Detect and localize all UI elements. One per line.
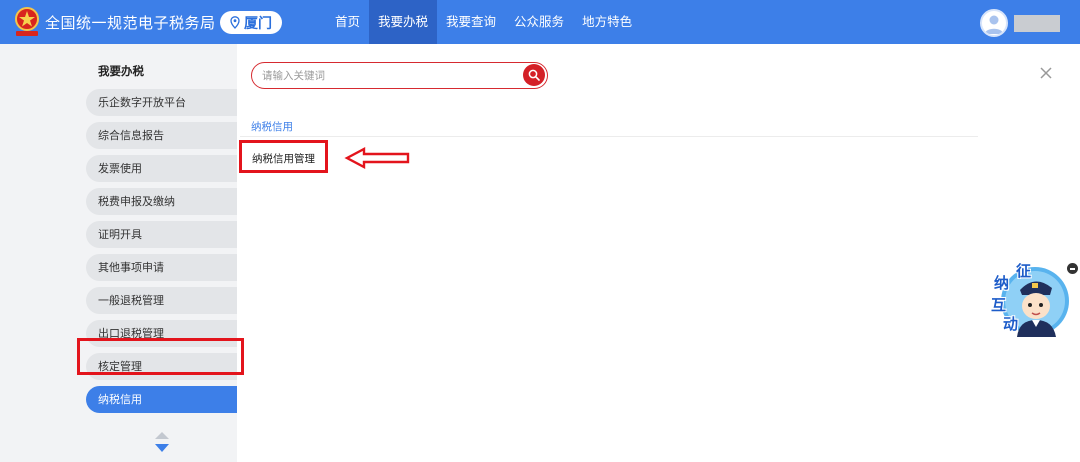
nav-item-home[interactable]: 首页 (326, 0, 369, 44)
helper-char-na: 纳 (994, 274, 1010, 292)
close-icon[interactable] (1038, 65, 1054, 81)
sidebar-item-info-report[interactable]: 综合信息报告 (86, 122, 237, 149)
sidebar-item-general-refund[interactable]: 一般退税管理 (86, 287, 237, 314)
search-button[interactable] (523, 64, 545, 86)
helper-char-hu: 互 (991, 296, 1007, 314)
tax-emblem-icon[interactable] (13, 6, 41, 38)
user-avatar-icon[interactable] (980, 9, 1008, 37)
nav-item-local-features[interactable]: 地方特色 (573, 0, 641, 44)
search-box (251, 62, 548, 89)
helper-char-zheng: 征 (1016, 262, 1032, 280)
sidebar-item-tax-credit[interactable]: 纳税信用 (86, 386, 237, 413)
sidebar-title: 我要办税 (98, 64, 144, 78)
search-icon (528, 69, 540, 81)
helper-minimize-button[interactable] (1067, 263, 1078, 274)
sidebar-item-certificate[interactable]: 证明开具 (86, 221, 237, 248)
map-pin-icon (230, 16, 240, 29)
helper-char-dong: 动 (1003, 315, 1019, 333)
category-divider (240, 136, 978, 137)
nav-item-public-service[interactable]: 公众服务 (505, 0, 573, 44)
main-nav: 首页 我要办税 我要查询 公众服务 地方特色 (326, 0, 641, 44)
result-category-title: 纳税信用 (251, 121, 293, 133)
city-selector[interactable]: 厦门 (220, 11, 282, 34)
sidebar-item-export-refund[interactable]: 出口退税管理 (86, 320, 237, 347)
sidebar: 我要办税 乐企数字开放平台 综合信息报告 发票使用 税费申报及缴纳 证明开具 其… (0, 44, 237, 462)
sidebar-item-leqi-platform[interactable]: 乐企数字开放平台 (86, 89, 237, 116)
site-title[interactable]: 全国统一规范电子税务局 (45, 12, 216, 33)
user-name-placeholder[interactable] (1014, 15, 1060, 32)
scroll-arrows-icon[interactable] (153, 431, 171, 455)
sidebar-item-invoice[interactable]: 发票使用 (86, 155, 237, 182)
top-bar: 全国统一规范电子税务局 厦门 首页 我要办税 我要查询 公众服务 地方特色 (0, 0, 1080, 44)
annotation-arrow-left-icon (344, 147, 410, 169)
city-name: 厦门 (244, 15, 272, 32)
result-item-tax-credit-management[interactable]: 纳税信用管理 (252, 151, 315, 166)
nav-item-query[interactable]: 我要查询 (437, 0, 505, 44)
sidebar-item-assessment[interactable]: 核定管理 (86, 353, 237, 380)
nav-item-tax-handling[interactable]: 我要办税 (369, 0, 438, 44)
search-input[interactable] (262, 67, 512, 84)
sidebar-item-other-requests[interactable]: 其他事项申请 (86, 254, 237, 281)
sidebar-item-declaration[interactable]: 税费申报及缴纳 (86, 188, 237, 215)
